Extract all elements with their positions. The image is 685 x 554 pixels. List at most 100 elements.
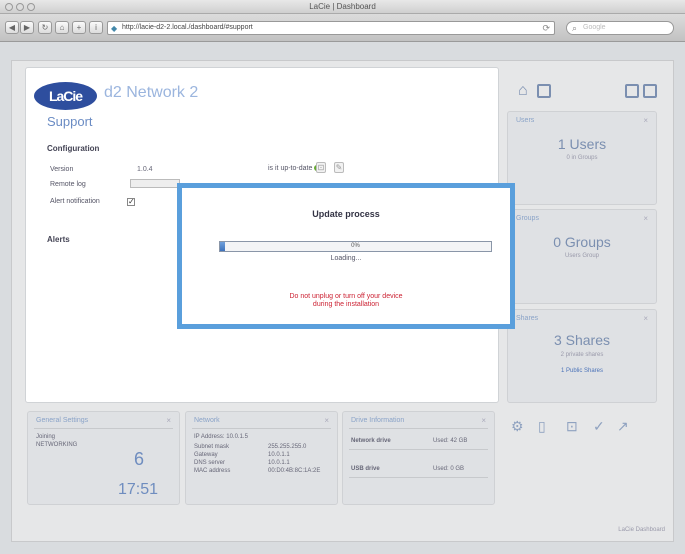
drive-information-widget[interactable]: Drive Information × Network drive Used: …	[342, 411, 495, 505]
update-dialog-body: Update process 0% Loading... Do not unpl…	[182, 188, 510, 324]
users-widget[interactable]: Users × 1 Users 0 in Groups	[507, 111, 657, 205]
forward-button[interactable]: ▶	[20, 21, 34, 34]
users-sub: 0 in Groups	[566, 155, 598, 161]
update-warning: Do not unplug or turn off your device du…	[182, 293, 510, 309]
net-row-label: DNS server	[194, 460, 226, 466]
update-warning-line2: during the installation	[312, 301, 380, 308]
network-head: Network	[194, 417, 220, 424]
update-dialog: Update process 0% Loading... Do not unpl…	[177, 183, 515, 329]
net-row-value: 10.0.1.1	[268, 460, 290, 466]
update-status: is it up-to-date	[268, 165, 321, 172]
general-settings-close-icon[interactable]: ×	[166, 416, 171, 425]
flag-icon[interactable]	[537, 84, 551, 98]
general-settings-head: General Settings	[36, 417, 89, 424]
window-title: LaCie | Dashboard	[309, 2, 376, 11]
date-day: 6	[134, 449, 145, 469]
lacie-logo[interactable]: LaCie	[34, 82, 97, 110]
version-value: 1.0.4	[137, 166, 153, 173]
network-drive-usage: Used: 42 GB	[433, 438, 468, 444]
reload-button[interactable]: ↻	[38, 21, 52, 34]
divider	[349, 449, 488, 450]
divider	[349, 428, 488, 429]
shares-widget[interactable]: Shares × 3 Shares 2 private shares 1 Pub…	[507, 309, 657, 403]
forward-arrow-icon: ▶	[23, 23, 31, 32]
back-button[interactable]: ◀	[5, 21, 19, 34]
url-text: http://lacie-d2-2.local./dashboard/#supp…	[122, 24, 253, 31]
browser-toolbar: ◀ ▶ ↻ ⌂ + i ◆ http://lacie-d2-2.local./d…	[0, 14, 685, 42]
tools-icon[interactable]: ✎	[334, 162, 344, 173]
add-bookmark-button[interactable]: +	[72, 21, 86, 34]
plus-icon: +	[76, 23, 82, 32]
remote-log-label: Remote log	[50, 181, 86, 188]
reload-icon: ↻	[41, 23, 49, 32]
update-dialog-title: Update process	[312, 209, 380, 219]
search-field[interactable]: ⌕ Google	[566, 21, 674, 35]
search-icon: ⌕	[572, 23, 578, 33]
drive-close-icon[interactable]: ×	[481, 416, 486, 425]
footer-text: LaCie Dashboard	[618, 527, 665, 533]
divider	[349, 477, 488, 478]
home-icon: ⌂	[59, 23, 65, 32]
ip-address: IP Address: 10.0.1.5	[194, 434, 248, 440]
window-titlebar: LaCie | Dashboard	[0, 0, 685, 14]
alert-notification-label: Alert notification	[50, 198, 100, 205]
network-drive-label: Network drive	[351, 438, 391, 444]
net-row-value: 00:D0:4B:8C:1A:2E	[268, 468, 321, 474]
remote-log-field[interactable]	[130, 179, 180, 188]
alert-notification-checkbox[interactable]: ✓	[127, 198, 135, 206]
usb-drive-label: USB drive	[351, 466, 380, 472]
groups-count: 0 Groups	[553, 234, 611, 250]
grid-view-icon[interactable]	[625, 84, 639, 98]
trash-tool-icon[interactable]: ⊡	[566, 418, 578, 435]
users-widget-head: Users	[516, 117, 535, 124]
dashboard-home-icon[interactable]: ⌂	[518, 82, 528, 100]
info-button[interactable]: i	[89, 21, 103, 34]
divider	[192, 428, 331, 429]
update-status-message: Loading...	[330, 255, 362, 262]
general-row2: NETWORKING	[36, 442, 78, 448]
shares-count: 3 Shares	[553, 332, 611, 348]
url-reload-icon[interactable]: ⟳	[542, 23, 550, 34]
shares-widget-close-icon[interactable]: ×	[643, 314, 648, 323]
back-arrow-icon: ◀	[8, 23, 16, 32]
alerts-title: Alerts	[47, 235, 70, 244]
product-name: d2 Network 2	[104, 84, 199, 101]
net-row-value: 10.0.1.1	[268, 452, 290, 458]
info-icon: i	[95, 23, 97, 32]
network-widget[interactable]: Network × IP Address: 10.0.1.5 Subnet ma…	[185, 411, 338, 505]
url-field[interactable]: ◆ http://lacie-d2-2.local./dashboard/#su…	[107, 21, 555, 35]
drive-tool-icon[interactable]: ▯	[538, 418, 546, 435]
general-row1: Joining	[36, 434, 56, 440]
net-row-value: 255.255.255.0	[268, 444, 307, 450]
users-widget-close-icon[interactable]: ×	[643, 116, 648, 125]
page-title: Support	[47, 114, 93, 129]
net-row-label: MAC address	[194, 468, 231, 474]
drive-head: Drive Information	[351, 417, 405, 424]
clock-time: 17:51	[118, 481, 159, 498]
groups-widget-close-icon[interactable]: ×	[643, 214, 648, 223]
home-button[interactable]: ⌂	[55, 21, 69, 34]
version-label: Version	[50, 166, 74, 173]
users-count: 1 Users	[557, 136, 607, 152]
network-close-icon[interactable]: ×	[324, 416, 329, 425]
search-placeholder: Google	[583, 24, 606, 31]
graph-tool-icon[interactable]: ↗	[617, 418, 629, 435]
net-row-label: Gateway	[194, 452, 218, 458]
public-shares-link[interactable]: 1 Public Shares	[508, 368, 656, 374]
net-row-label: Subnet mask	[194, 444, 230, 450]
check-tool-icon[interactable]: ✓	[593, 418, 605, 435]
update-progress-label: 0%	[351, 243, 360, 249]
network-tool-icon[interactable]: ⚙	[511, 418, 524, 435]
usb-drive-usage: Used: 0 GB	[433, 466, 465, 472]
shares-sub: 2 private shares	[560, 352, 604, 358]
configuration-title: Configuration	[47, 144, 100, 153]
groups-widget-head: Groups	[516, 215, 539, 222]
update-warning-line1: Do not unplug or turn off your device	[289, 293, 403, 300]
update-status-text: is it up-to-date	[268, 165, 313, 172]
trash-icon[interactable]: ⊡	[316, 162, 326, 173]
site-icon: ◆	[111, 24, 118, 33]
groups-sub: Users Group	[564, 253, 599, 259]
list-view-icon[interactable]	[643, 84, 657, 98]
groups-widget[interactable]: Groups × 0 Groups Users Group	[507, 209, 657, 304]
update-progress-bar: 0%	[219, 241, 492, 252]
